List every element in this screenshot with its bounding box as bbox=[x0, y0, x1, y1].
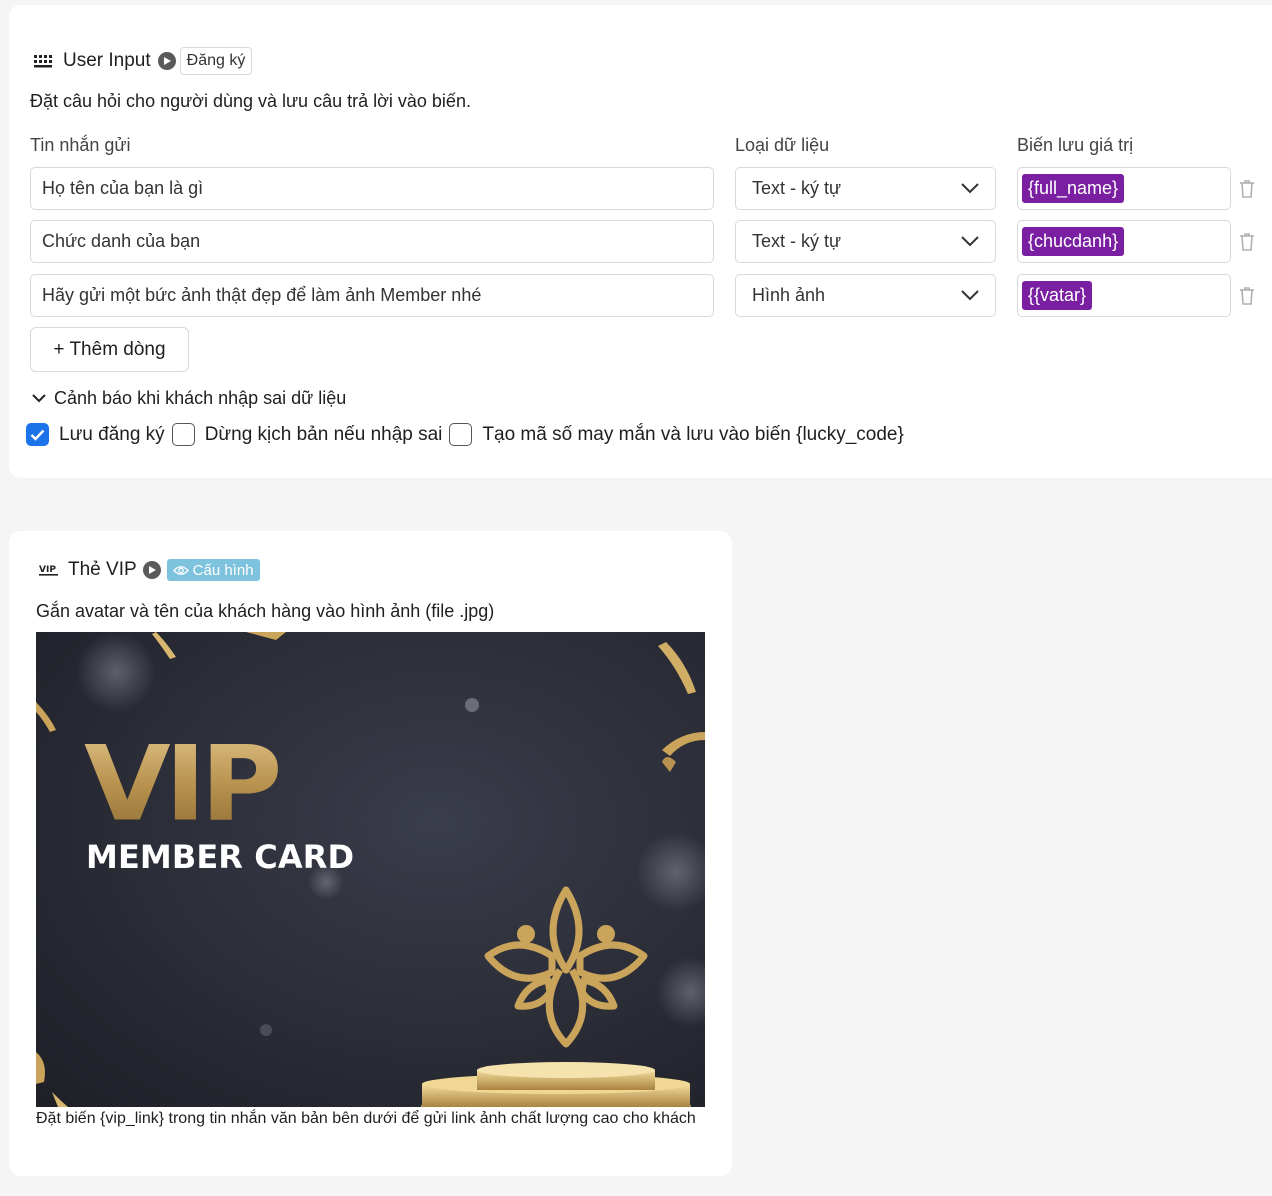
vip-caption: Đặt biến {vip_link} trong tin nhắn văn b… bbox=[36, 1110, 696, 1127]
data-type-value: Hình ảnh bbox=[752, 285, 826, 305]
play-icon[interactable] bbox=[142, 561, 161, 579]
checkmark-icon bbox=[30, 429, 45, 441]
chevron-down-icon bbox=[961, 236, 979, 247]
validation-warning-toggle[interactable]: Cảnh báo khi khách nhập sai dữ liệu bbox=[32, 388, 346, 409]
play-icon[interactable] bbox=[157, 52, 176, 70]
variable-field-row-3[interactable]: {{vatar} bbox=[1017, 274, 1231, 317]
message-input-row-2[interactable]: Chức danh của bạn bbox=[30, 220, 714, 263]
vip-card-image: VIP MEMBER CARD bbox=[36, 632, 705, 1107]
user-input-title: User Input bbox=[63, 50, 151, 71]
add-row-button[interactable]: + Thêm dòng bbox=[30, 327, 189, 372]
vip-header: VIP Thẻ VIP Cấu hình bbox=[39, 559, 260, 581]
variable-chip[interactable]: {chucdanh} bbox=[1022, 227, 1125, 256]
data-type-select-row-1[interactable]: Text - ký tự bbox=[735, 167, 996, 210]
stop-script-checkbox[interactable] bbox=[171, 423, 195, 446]
chevron-down-icon bbox=[961, 290, 979, 301]
options-row: Lưu đăng ký Dừng kịch bản nếu nhập sai T… bbox=[26, 423, 911, 446]
data-type-select-row-3[interactable]: Hình ảnh bbox=[735, 274, 996, 317]
variable-chip[interactable]: {full_name} bbox=[1022, 174, 1125, 203]
data-type-value: Text - ký tự bbox=[752, 178, 842, 198]
vip-card-block: VIP Thẻ VIP Cấu hình Gắn avatar và tên c… bbox=[9, 531, 732, 1176]
vip-icon: VIP bbox=[39, 565, 58, 576]
register-tag[interactable]: Đăng ký bbox=[179, 47, 253, 75]
eye-icon bbox=[172, 565, 189, 575]
config-tag[interactable]: Cấu hình bbox=[166, 559, 260, 581]
column-header-message: Tin nhắn gửi bbox=[30, 135, 131, 155]
svg-text:VIP: VIP bbox=[39, 565, 56, 575]
column-header-variable: Biến lưu giá trị bbox=[1017, 135, 1134, 155]
keyboard-icon bbox=[34, 55, 52, 68]
variable-field-row-1[interactable]: {full_name} bbox=[1017, 167, 1231, 210]
chevron-down-icon bbox=[32, 394, 46, 403]
stop-script-option[interactable]: Dừng kịch bản nếu nhập sai bbox=[171, 423, 443, 446]
variable-chip[interactable]: {{vatar} bbox=[1022, 281, 1093, 310]
user-input-header: User Input Đăng ký bbox=[33, 47, 253, 75]
user-input-description: Đặt câu hỏi cho người dùng và lưu câu tr… bbox=[30, 91, 471, 111]
variable-field-row-2[interactable]: {chucdanh} bbox=[1017, 220, 1231, 263]
vip-big-text: VIP bbox=[84, 725, 278, 845]
message-input-row-3[interactable]: Hãy gửi một bức ảnh thật đẹp để làm ảnh … bbox=[30, 274, 714, 317]
stop-script-label: Dừng kịch bản nếu nhập sai bbox=[204, 423, 443, 445]
lucky-code-option[interactable]: Tạo mã số may mắn và lưu vào biến {lucky… bbox=[449, 423, 904, 446]
trash-icon[interactable] bbox=[1239, 232, 1255, 252]
chevron-down-icon bbox=[961, 183, 979, 194]
data-type-select-row-2[interactable]: Text - ký tự bbox=[735, 220, 996, 263]
save-registration-checkbox[interactable] bbox=[26, 423, 49, 446]
vip-title: Thẻ VIP bbox=[68, 559, 137, 580]
lucky-code-label: Tạo mã số may mắn và lưu vào biến {lucky… bbox=[482, 423, 904, 445]
data-type-value: Text - ký tự bbox=[752, 231, 842, 251]
column-header-data-type: Loại dữ liệu bbox=[735, 135, 830, 155]
save-registration-option[interactable]: Lưu đăng ký bbox=[26, 423, 165, 446]
user-input-card: User Input Đăng ký Đặt câu hỏi cho người… bbox=[9, 5, 1272, 478]
member-card-text: MEMBER CARD bbox=[86, 838, 354, 876]
save-registration-label: Lưu đăng ký bbox=[59, 423, 165, 445]
lucky-code-checkbox[interactable] bbox=[449, 423, 473, 446]
trash-icon[interactable] bbox=[1239, 179, 1255, 199]
trash-icon[interactable] bbox=[1239, 286, 1255, 306]
vip-description: Gắn avatar và tên của khách hàng vào hìn… bbox=[36, 601, 495, 621]
validation-warning-label: Cảnh báo khi khách nhập sai dữ liệu bbox=[54, 388, 347, 408]
message-input-row-1[interactable]: Họ tên của bạn là gì bbox=[30, 167, 714, 210]
config-tag-label: Cấu hình bbox=[192, 561, 254, 579]
vip-card-artwork: VIP MEMBER CARD bbox=[36, 632, 705, 1107]
